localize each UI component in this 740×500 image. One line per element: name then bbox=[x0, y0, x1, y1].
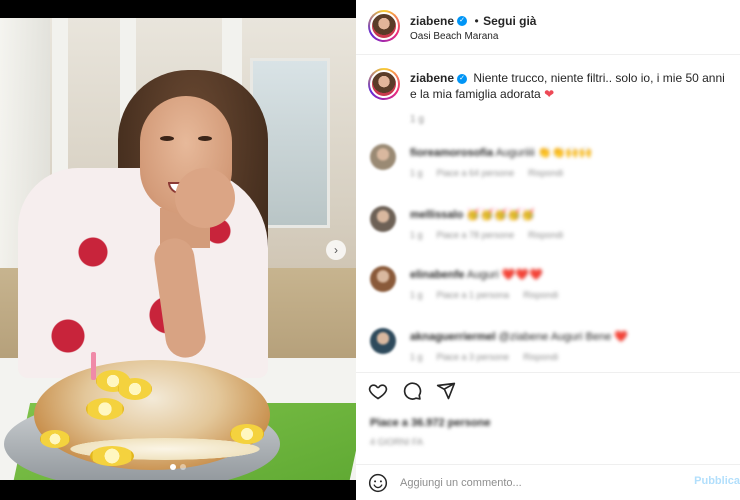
commenter-username[interactable]: fioreamorosofia bbox=[410, 147, 493, 159]
post-details-pane: ziabene ✓ • Segui già Oasi Beach Marana z… bbox=[356, 0, 740, 500]
post-caption: ziabene ✓ Niente trucco, niente filtri.. … bbox=[410, 70, 730, 102]
like-heart-icon[interactable] bbox=[368, 381, 388, 401]
carousel-indicator bbox=[0, 464, 356, 470]
author-username[interactable]: ziabene bbox=[410, 14, 454, 28]
share-send-icon[interactable] bbox=[436, 381, 456, 401]
birthday-candle bbox=[91, 352, 96, 380]
verified-badge-icon: ✓ bbox=[457, 15, 468, 26]
commenter-avatar[interactable] bbox=[370, 266, 396, 292]
comment-body: mellissalo 🥳🥳🥳🥳🥳 bbox=[410, 208, 535, 221]
reply-button[interactable]: Rispondi bbox=[528, 230, 563, 240]
comment-likes[interactable]: Piace a 64 persone bbox=[437, 168, 515, 178]
comment-text: 🥳🥳🥳🥳🥳 bbox=[466, 209, 535, 221]
lemon-slice bbox=[86, 398, 124, 420]
post-location-link[interactable]: Oasi Beach Marana bbox=[410, 31, 498, 42]
carousel-dot bbox=[180, 464, 186, 470]
header-author-line: ziabene ✓ • Segui già bbox=[410, 12, 536, 30]
heart-emoji: ❤ bbox=[544, 87, 555, 101]
commenter-avatar[interactable] bbox=[370, 206, 396, 232]
comment-meta: 1 g Piace a 3 persone Rispondi bbox=[410, 352, 572, 362]
carousel-next-button[interactable]: › bbox=[326, 240, 346, 260]
comment-text: @ziabene Auguri Bene ❤️ bbox=[498, 331, 629, 343]
commenter-avatar[interactable] bbox=[370, 144, 396, 170]
lemon-slice bbox=[118, 378, 152, 400]
comment-row: mellissalo 🥳🥳🥳🥳🥳 1 g Piace a 78 persone Ris… bbox=[370, 206, 730, 250]
comment-time: 1 g bbox=[410, 290, 423, 300]
commenter-username[interactable]: aknaguerriermel bbox=[410, 331, 496, 343]
post-header: ziabene ✓ • Segui già Oasi Beach Marana bbox=[356, 0, 740, 55]
hand bbox=[175, 168, 235, 228]
comment-time: 1 g bbox=[410, 230, 423, 240]
comment-body: aknaguerriermel @ziabene Auguri Bene ❤️ bbox=[410, 330, 628, 343]
comment-likes[interactable]: Piace a 1 persona bbox=[437, 290, 510, 300]
lemon-slice bbox=[40, 430, 70, 448]
comment-meta: 1 g Piace a 1 persona Rispondi bbox=[410, 290, 572, 300]
comment-meta: 1 g Piace a 78 persone Rispondi bbox=[410, 230, 577, 240]
likes-count[interactable]: Piace a 36.972 persone bbox=[370, 417, 490, 429]
reply-button[interactable]: Rispondi bbox=[523, 352, 558, 362]
reply-button[interactable]: Rispondi bbox=[528, 168, 563, 178]
follow-status-button[interactable]: Segui già bbox=[483, 14, 536, 28]
comment-body: fioreamorosofia Auguriiii 👏👏🙌🙌 bbox=[410, 146, 593, 159]
carousel-dot-active bbox=[170, 464, 176, 470]
comment-input[interactable] bbox=[400, 473, 690, 493]
lemon-slice bbox=[90, 446, 134, 466]
post-actions-section: Piace a 36.972 persone 4 GIORNI FA bbox=[356, 372, 740, 472]
commenter-avatar[interactable] bbox=[370, 328, 396, 354]
separator-dot: • bbox=[474, 14, 479, 28]
comment-likes[interactable]: Piace a 3 persone bbox=[437, 352, 510, 362]
comment-row: fioreamorosofia Auguriiii 👏👏🙌🙌 1 g Piace a… bbox=[370, 144, 730, 188]
action-buttons bbox=[368, 381, 456, 401]
reply-button[interactable]: Rispondi bbox=[523, 290, 558, 300]
media-pane: › bbox=[0, 0, 356, 500]
verified-badge-icon: ✓ bbox=[457, 73, 468, 84]
eye bbox=[160, 136, 174, 141]
author-avatar[interactable] bbox=[368, 10, 400, 42]
comment-bubble-icon[interactable] bbox=[402, 381, 422, 401]
commenter-username[interactable]: mellissalo bbox=[410, 209, 463, 221]
lemon-slice bbox=[230, 424, 264, 444]
commenter-username[interactable]: elinabenfe bbox=[410, 269, 464, 281]
caption-timestamp: 1 g bbox=[410, 114, 424, 125]
comment-likes[interactable]: Piace a 78 persone bbox=[437, 230, 515, 240]
chevron-right-icon: › bbox=[334, 243, 338, 257]
publish-comment-button[interactable]: Pubblica bbox=[694, 475, 740, 487]
comment-time: 1 g bbox=[410, 352, 423, 362]
comment-text: Auguriiii 👏👏🙌🙌 bbox=[495, 147, 593, 159]
post-date: 4 GIORNI FA bbox=[370, 437, 424, 447]
comment-row: elinabenfe Auguri ❤️❤️❤️ 1 g Piace a 1 per… bbox=[370, 266, 730, 310]
caption-username[interactable]: ziabene bbox=[410, 71, 454, 85]
comment-time: 1 g bbox=[410, 168, 423, 178]
comment-body: elinabenfe Auguri ❤️❤️❤️ bbox=[410, 268, 543, 281]
caption-author-avatar[interactable] bbox=[368, 68, 400, 100]
comment-meta: 1 g Piace a 64 persone Rispondi bbox=[410, 168, 577, 178]
emoji-icon[interactable] bbox=[368, 473, 388, 493]
eye bbox=[198, 136, 212, 141]
comment-text: Auguri ❤️❤️❤️ bbox=[466, 269, 543, 281]
comment-row: aknaguerriermel @ziabene Auguri Bene ❤️ 1… bbox=[370, 328, 730, 372]
post-photo[interactable] bbox=[0, 18, 356, 480]
comment-composer: Pubblica bbox=[356, 464, 740, 500]
